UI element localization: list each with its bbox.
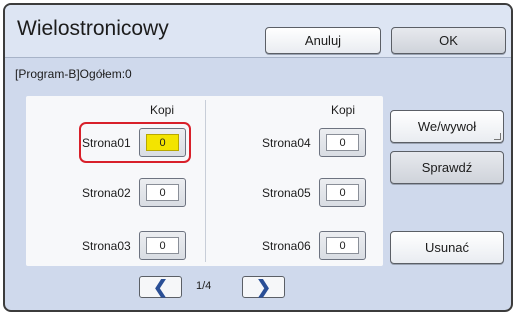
page-label-04: Strona04 [262, 136, 311, 150]
copies-value-05: 0 [326, 184, 359, 201]
page-label-05: Strona05 [262, 186, 311, 200]
pages-panel: Kopi Kopi Strona01 0 Strona02 0 Strona03… [26, 96, 383, 266]
ok-button[interactable]: OK [391, 27, 506, 54]
copies-value-03: 0 [146, 237, 179, 254]
copies-input-06[interactable]: 0 [319, 231, 366, 260]
page-title: Wielostronicowy [17, 17, 169, 40]
multipage-screen: Wielostronicowy Anuluj OK [Program-B]Ogó… [3, 3, 513, 312]
import-export-label: We/wywoł [417, 119, 477, 134]
copies-input-03[interactable]: 0 [139, 231, 186, 260]
copies-value-02: 0 [146, 184, 179, 201]
chevron-right-icon: ❯ [255, 276, 272, 297]
prev-page-button[interactable]: ❮ [139, 276, 182, 298]
check-button[interactable]: Sprawdź [390, 151, 504, 184]
page-label-02: Strona02 [82, 186, 131, 200]
column-divider [205, 100, 206, 262]
delete-button[interactable]: Usunać [390, 231, 504, 264]
import-export-button[interactable]: We/wywoł [390, 110, 504, 143]
copies-value-06: 0 [326, 237, 359, 254]
corner-mark-icon [494, 133, 501, 140]
program-total-label: [Program-B]Ogółem:0 [15, 67, 132, 81]
copies-input-02[interactable]: 0 [139, 178, 186, 207]
copies-input-05[interactable]: 0 [319, 178, 366, 207]
page-label-03: Strona03 [82, 239, 131, 253]
selection-highlight [79, 122, 191, 163]
page-label-06: Strona06 [262, 239, 311, 253]
next-page-button[interactable]: ❯ [242, 276, 285, 298]
copies-header-left: Kopi [150, 103, 175, 117]
chevron-left-icon: ❮ [152, 276, 169, 297]
copies-input-04[interactable]: 0 [319, 128, 366, 157]
copies-header-right: Kopi [331, 103, 356, 117]
cancel-button[interactable]: Anuluj [265, 27, 381, 54]
header-bar: Wielostronicowy Anuluj OK [5, 5, 511, 58]
page-indicator: 1/4 [196, 280, 212, 292]
copies-value-04: 0 [326, 134, 359, 151]
